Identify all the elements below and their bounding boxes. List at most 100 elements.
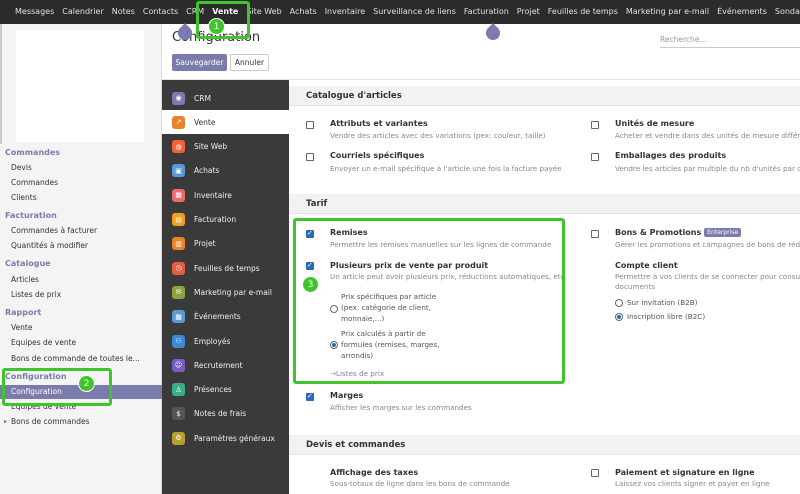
app-item-3[interactable]: ▣ Achats	[162, 159, 289, 183]
app-label-6: Projet	[194, 239, 216, 249]
topnav-item-14[interactable]: Événements	[713, 0, 771, 24]
app-item-4[interactable]: ▦ Inventaire	[162, 183, 289, 207]
app-icon-8: ✉	[172, 285, 185, 299]
menu-head-commandes: Commandes	[5, 148, 61, 157]
topnav-item-7[interactable]: Achats	[286, 0, 321, 24]
app-item-0[interactable]: ◉ CRM	[162, 86, 289, 110]
section-devis: Devis et commandes	[289, 435, 800, 455]
emballages-checkbox[interactable]	[591, 153, 599, 161]
app-icon-7: ◷	[172, 261, 185, 275]
expand-caret-icon[interactable]: ▸	[4, 418, 7, 425]
app-item-6[interactable]: ▥ Projet	[162, 232, 289, 256]
app-item-8[interactable]: ✉ Marketing par e-mail	[162, 280, 289, 304]
app-label-4: Inventaire	[194, 190, 232, 200]
marges-checkbox[interactable]	[306, 392, 314, 401]
company-logo-area	[16, 30, 144, 142]
unites-checkbox[interactable]	[591, 121, 599, 129]
menu-item-bons-de-commande-toutes[interactable]: Bons de commande de toutes le...	[11, 354, 140, 363]
app-label-8: Marketing par e-mail	[194, 287, 272, 297]
radio-inscription-libre[interactable]	[615, 313, 623, 321]
app-item-1[interactable]: ↗ Vente	[162, 110, 289, 135]
paiement-title: Paiement et signature en ligne	[615, 468, 755, 477]
settings-app-list: ◉ CRM ↗ Vente ◍ Site Web ▣ Achats ▦ Inventaire ▤ Fa…	[162, 80, 289, 494]
app-item-12[interactable]: ♙ Présences	[162, 378, 289, 402]
menu-item-vente[interactable]: Vente	[11, 323, 32, 332]
topnav-item-1[interactable]: Calendrier	[58, 0, 108, 24]
app-item-2[interactable]: ◍ Site Web	[162, 135, 289, 159]
section-tarif-title: Tarif	[306, 199, 328, 209]
bons-promotions-checkbox[interactable]	[591, 230, 599, 238]
menu-head-rapport: Rapport	[5, 308, 42, 317]
app-icon-0: ◉	[172, 91, 185, 105]
topnav-item-13[interactable]: Marketing par e-mail	[622, 0, 713, 24]
highlight-box-configuration	[2, 368, 112, 406]
cancel-button[interactable]: Annuler	[230, 54, 269, 71]
menu-item-commandes-a-facturer[interactable]: Commandes à facturer	[11, 226, 97, 235]
paiement-checkbox[interactable]	[591, 469, 599, 477]
app-item-10[interactable]: ⚇ Employés	[162, 329, 289, 353]
topnav-item-12[interactable]: Feuilles de temps	[544, 0, 622, 24]
menu-item-listes-de-prix[interactable]: Listes de prix	[11, 290, 61, 299]
compte-client-desc-2: documents	[615, 282, 656, 291]
topnav-item-0[interactable]: Messages	[11, 0, 58, 24]
app-label-2: Site Web	[194, 142, 228, 152]
radio-sur-invitation-label: Sur invitation (B2B)	[627, 298, 698, 307]
app-icon-10: ⚇	[172, 334, 185, 348]
step-badge-2: 2	[78, 375, 95, 392]
highlight-box-vente	[196, 1, 250, 39]
topnav-item-15[interactable]: Sondages	[771, 0, 800, 24]
menu-item-bons-de-commandes[interactable]: Bons de commandes	[11, 417, 90, 426]
topnav-item-3[interactable]: Contacts	[139, 0, 182, 24]
app-label-5: Facturation	[194, 215, 237, 224]
bons-promotions-desc: Gérer les promotions et campagnes de bon…	[615, 240, 800, 249]
radio-sur-invitation[interactable]	[615, 299, 623, 307]
app-icon-3: ▣	[172, 164, 185, 178]
step-badge-3: 3	[302, 276, 319, 293]
menu-head-facturation: Facturation	[5, 211, 57, 220]
app-item-13[interactable]: $ Notes de frais	[162, 402, 289, 426]
section-devis-title: Devis et commandes	[306, 440, 406, 450]
topnav-item-8[interactable]: Inventaire	[321, 0, 369, 24]
attributs-checkbox[interactable]	[306, 121, 314, 129]
step-badge-1: 1	[208, 18, 225, 35]
app-item-14[interactable]: ⚙ Paramètres généraux	[162, 426, 289, 450]
menu-item-articles[interactable]: Articles	[11, 275, 39, 284]
emballages-desc: Vendre les articles par multiple du nb d…	[615, 164, 800, 173]
topnav-item-2[interactable]: Notes	[108, 0, 139, 24]
bons-promotions-title: Bons & Promotions Enterprise	[615, 228, 742, 237]
app-label-11: Recrutement	[194, 360, 243, 370]
menu-item-commandes[interactable]: Commandes	[11, 178, 58, 187]
menu-item-quantites-a-modifier[interactable]: Quantités à modifier	[11, 241, 88, 250]
app-item-7[interactable]: ◷ Feuilles de temps	[162, 256, 289, 280]
save-button[interactable]: Sauvegarder	[172, 54, 227, 71]
app-icon-1: ↗	[172, 115, 185, 129]
app-item-9[interactable]: ▦ Événements	[162, 305, 289, 329]
search-input[interactable]	[660, 32, 800, 48]
marges-desc: Afficher les marges sur les commandes	[330, 403, 472, 412]
topnav-item-11[interactable]: Projet	[513, 0, 544, 24]
menu-item-devis[interactable]: Devis	[11, 163, 32, 172]
menu-head-catalogue: Catalogue	[5, 259, 51, 268]
attributs-title: Attributs et variantes	[330, 119, 428, 128]
paiement-desc: Laissez vos clients signer et payer en l…	[615, 479, 770, 488]
attributs-desc: Vendre des articles avec des variations …	[330, 131, 546, 140]
bons-promotions-label: Bons & Promotions	[615, 228, 702, 237]
topnav-item-9[interactable]: Surveillance de liens	[369, 0, 460, 24]
app-icon-13: $	[172, 407, 185, 421]
app-item-5[interactable]: ▤ Facturation	[162, 208, 289, 232]
compte-client-title: Compte client	[615, 261, 678, 270]
emballages-title: Emballages des produits	[615, 151, 727, 160]
section-tarif: Tarif	[289, 194, 800, 214]
courriels-checkbox[interactable]	[306, 153, 314, 161]
app-label-13: Notes de frais	[194, 409, 247, 419]
app-label-9: Événements	[194, 312, 241, 322]
courriels-title: Courriels spécifiques	[330, 151, 425, 160]
app-icon-12: ♙	[172, 383, 185, 397]
app-icon-2: ◍	[172, 140, 185, 154]
topnav-item-10[interactable]: Facturation	[460, 0, 513, 24]
app-item-11[interactable]: ☺ Recrutement	[162, 353, 289, 377]
app-icon-4: ▦	[172, 188, 185, 202]
menu-item-equipes-de-vente[interactable]: Equipes de vente	[11, 338, 76, 347]
unites-title: Unités de mesure	[615, 119, 695, 128]
menu-item-clients[interactable]: Clients	[11, 193, 37, 202]
